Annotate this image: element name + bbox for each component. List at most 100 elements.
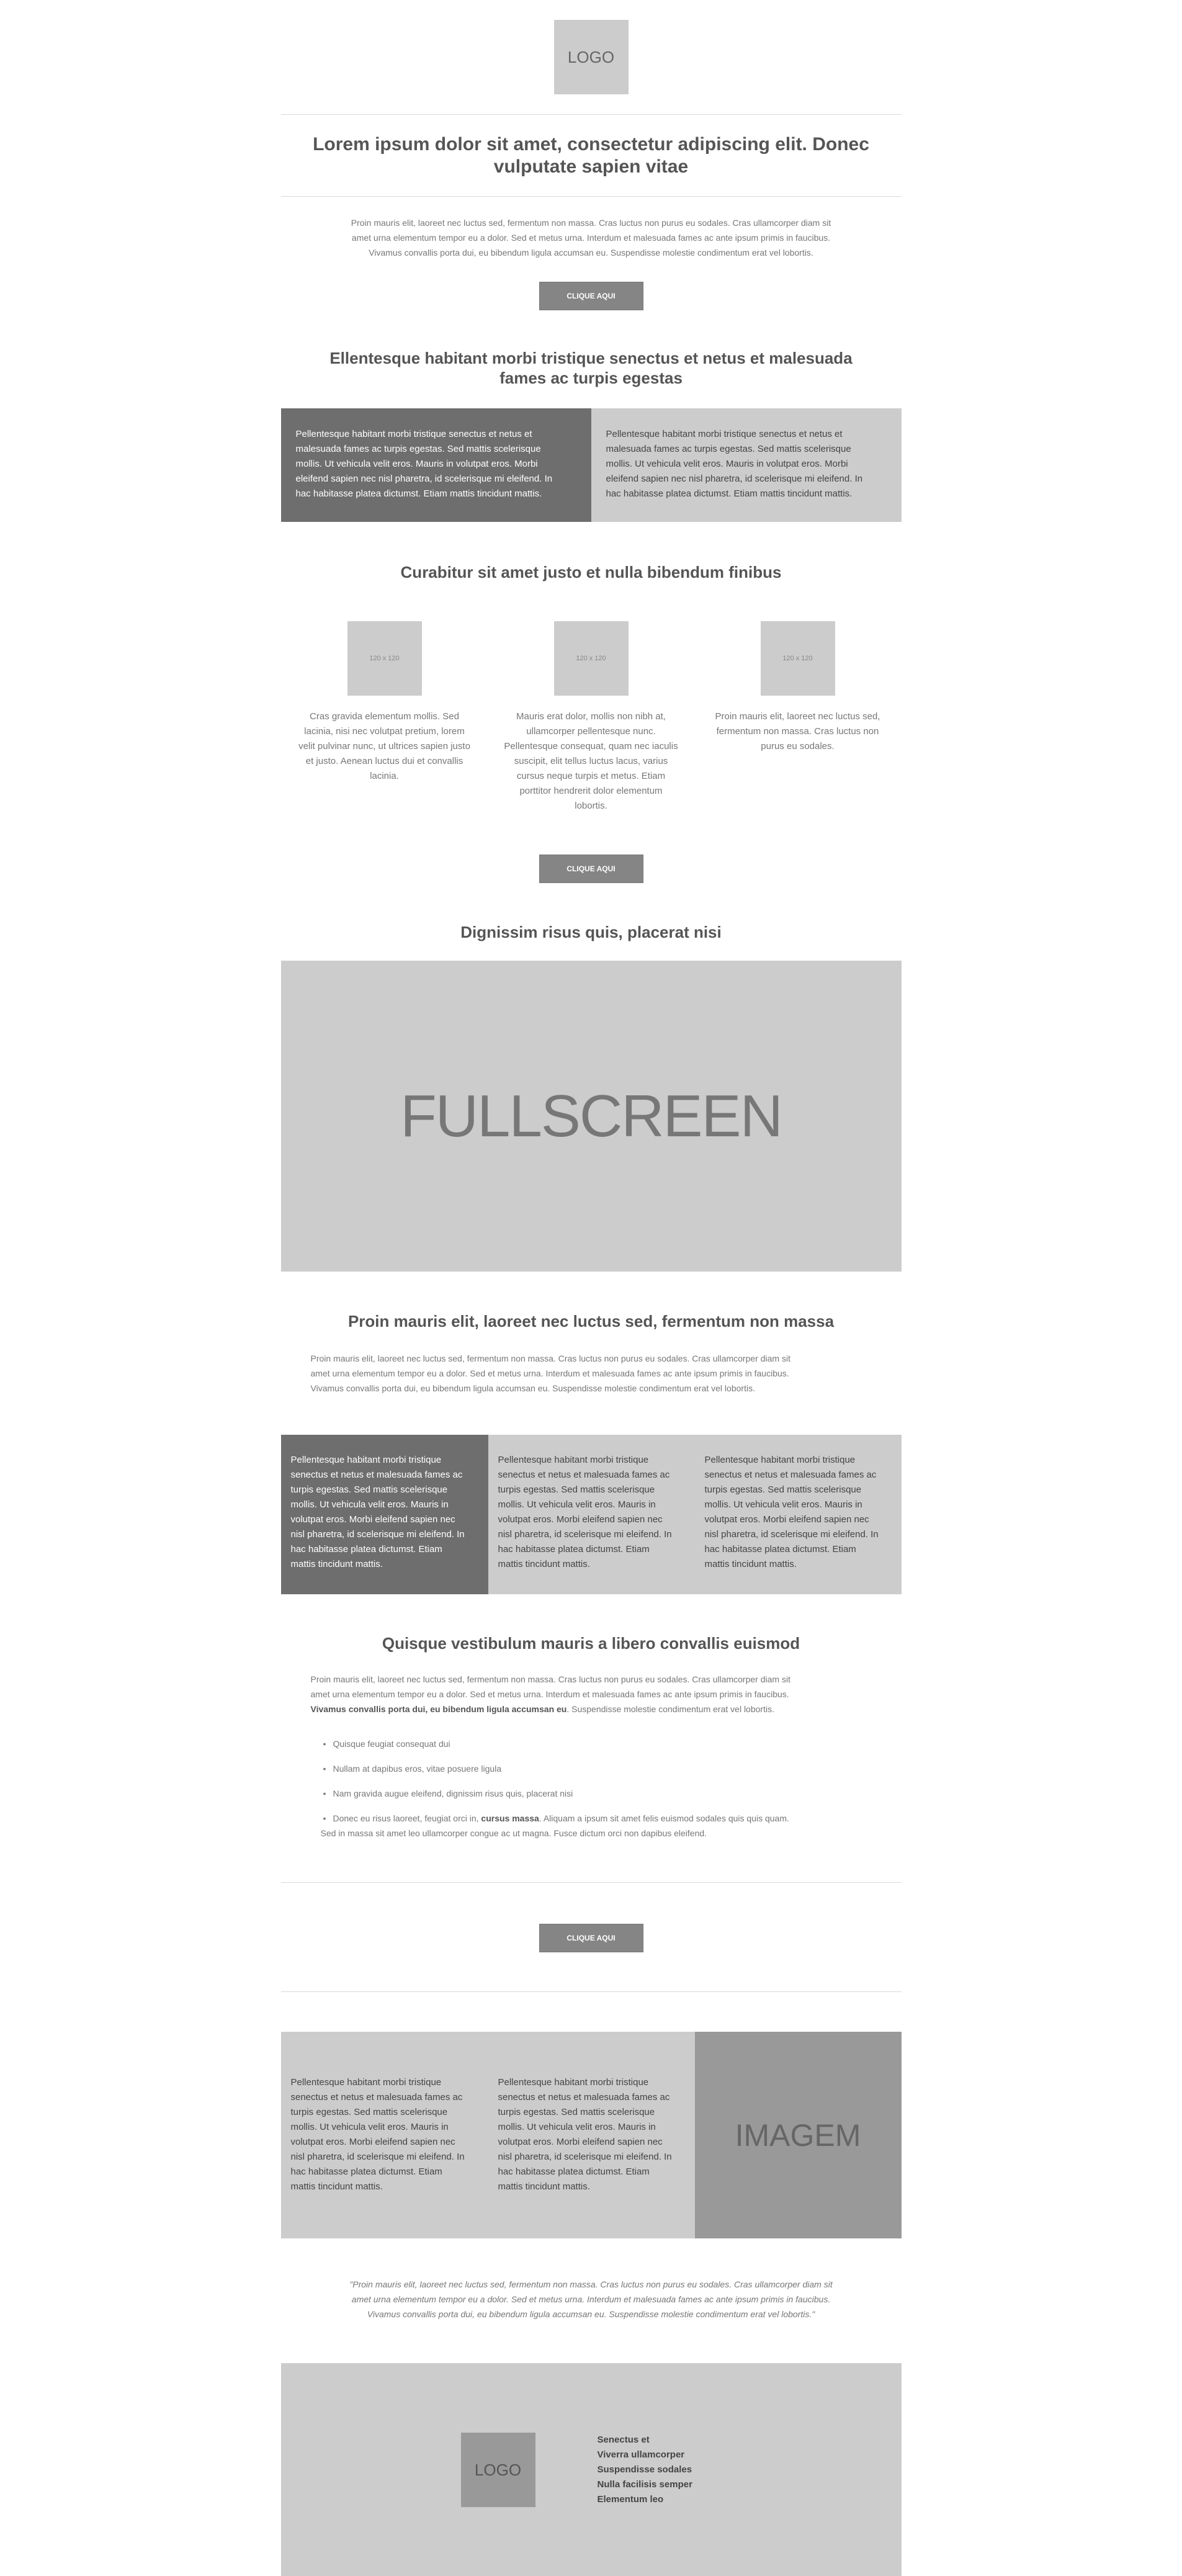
panel-line: nisl pharetra, id scelerisque mi eleifen… bbox=[498, 1529, 672, 1540]
section-text-line: Proin mauris elit, laoreet nec luctus se… bbox=[310, 1674, 790, 1684]
panel-line: volutpat eros. Morbi eleifend sapien nec bbox=[290, 2137, 455, 2147]
column-text: Cras gravida elementum mollis. Sed lacin… bbox=[292, 709, 478, 784]
column-line: velit pulvinar nunc, ut ultrices sapien … bbox=[298, 741, 470, 752]
section-text-line: amet urna elementum tempor eu a dolor. S… bbox=[310, 1689, 789, 1699]
panel-line: malesuada fames ac turpis egestas. Sed m… bbox=[606, 444, 851, 454]
image-placeholder-label: IMAGEM bbox=[735, 2117, 861, 2153]
column-line: Cras gravida elementum mollis. Sed bbox=[310, 711, 459, 722]
section-title-line: Ellentesque habitant morbi tristique sen… bbox=[329, 349, 853, 367]
panel-line: turpis egestas. Sed mattis scelerisque bbox=[498, 1484, 655, 1495]
section-text-line: Vivamus convallis porta dui, eu bibendum… bbox=[310, 1383, 755, 1393]
column-line: ullamcorper pellentesque nunc. bbox=[526, 726, 656, 737]
bullet: • bbox=[323, 1764, 326, 1774]
thumbnail-label: 120 x 120 bbox=[782, 655, 813, 662]
footer-link[interactable]: Viverra ullamcorper bbox=[598, 2448, 784, 2462]
list-item-text: Quisque feugiat consequat dui bbox=[333, 1739, 450, 1749]
panel-line: senectus et netus et malesuada fames ac bbox=[498, 1470, 670, 1480]
bold-text: cursus massa bbox=[481, 1813, 539, 1823]
panel-line: Pellentesque habitant morbi tristique se… bbox=[295, 429, 532, 439]
panel-line: mattis tincidunt mattis. bbox=[290, 2181, 383, 2192]
hero-text-line: amet urna elementum tempor eu a dolor. S… bbox=[351, 233, 831, 243]
list-item: • Nullam at dapibus eros, vitae posuere l… bbox=[321, 1761, 879, 1776]
panel-line: volutpat eros. Morbi eleifend sapien nec bbox=[498, 1514, 663, 1525]
info-panel-dark: Pellentesque habitant morbi tristique se… bbox=[280, 1435, 488, 1594]
column-line: porttitor hendrerit dolor elementum bbox=[519, 786, 663, 796]
footer-link[interactable]: Nulla facilisis semper bbox=[598, 2477, 784, 2492]
column-line: Mauris erat dolor, mollis non nibh at, bbox=[516, 711, 666, 722]
column-line: lacinia. bbox=[370, 771, 399, 781]
thumbnail-label: 120 x 120 bbox=[369, 655, 400, 662]
column-line: purus eu sodales. bbox=[761, 741, 835, 752]
footer-link[interactable]: Senectus et bbox=[598, 2433, 784, 2448]
column-line: lobortis. bbox=[575, 801, 607, 811]
list-item-text: Nam gravida augue eleifend, dignissim ri… bbox=[333, 1788, 573, 1798]
panel-line: turpis egestas. Sed mattis scelerisque bbox=[290, 2107, 448, 2117]
header-logo-text: LOGO bbox=[567, 47, 615, 66]
text-span: . Suspendisse molestie condimentum erat … bbox=[566, 1704, 774, 1714]
hero-text: Proin mauris elit, laoreet nec luctus se… bbox=[306, 215, 877, 260]
cta-button[interactable]: CLIQUE AQUI bbox=[539, 855, 643, 883]
image-placeholder: IMAGEM bbox=[694, 2032, 902, 2238]
thumbnail-image: 120 x 120 bbox=[760, 621, 835, 696]
panel-line: turpis egestas. Sed mattis scelerisque bbox=[290, 1484, 448, 1495]
column-text: Proin mauris elit, laoreet nec luctus se… bbox=[705, 709, 891, 754]
list-item-text: . Aliquam a ipsum sit amet felis euismod… bbox=[539, 1813, 789, 1823]
footer-links: Senectus et Viverra ullamcorper Suspendi… bbox=[598, 2433, 784, 2507]
info-panel-light: Pellentesque habitant morbi tristique se… bbox=[591, 408, 902, 522]
bullet: • bbox=[323, 1788, 326, 1798]
panel-line: mattis tincidunt mattis. bbox=[498, 2181, 590, 2192]
column-line: cursus neque turpis et metus. Etiam bbox=[516, 771, 666, 781]
section-title: Curabitur sit amet justo et nulla bibend… bbox=[400, 563, 782, 581]
column-line: lacinia, nisi nec volutpat pretium, lore… bbox=[304, 726, 465, 737]
section-text-line: Vivamus convallis porta dui, eu bibendum… bbox=[311, 1702, 872, 1717]
panel-line: hac habitasse platea dictumst. Etiam bbox=[704, 1544, 856, 1555]
section-text-line: Proin mauris elit, laoreet nec luctus se… bbox=[310, 1353, 790, 1363]
panel-line: mollis. Ut vehicula velit eros. Mauris i… bbox=[498, 2122, 656, 2132]
panel-line: hac habitasse platea dictumst. Etiam bbox=[290, 1544, 442, 1555]
column-line: Proin mauris elit, laoreet nec luctus se… bbox=[715, 711, 880, 722]
list-item-text: Sed in massa sit amet leo ullamcorper co… bbox=[320, 1828, 707, 1838]
panel-line: hac habitasse platea dictumst. Etiam bbox=[498, 2166, 650, 2177]
panel-line: Pellentesque habitant morbi tristique bbox=[498, 1455, 649, 1465]
panel-line: malesuada fames ac turpis egestas. Sed m… bbox=[295, 444, 541, 454]
panel-line: mollis. Ut vehicula velit eros. Mauris i… bbox=[606, 459, 848, 469]
panel-line: hac habitasse platea dictumst. Etiam mat… bbox=[606, 488, 853, 499]
footer-link[interactable]: Elementum leo bbox=[598, 2492, 784, 2507]
column-text: Mauris erat dolor, mollis non nibh at, u… bbox=[498, 709, 684, 814]
hero-text-line: Vivamus convallis porta dui, eu bibendum… bbox=[369, 248, 813, 258]
list-item: • Quisque feugiat consequat dui bbox=[321, 1736, 879, 1751]
info-panel-light: Pellentesque habitant morbi tristique se… bbox=[488, 2032, 695, 2238]
header-logo[interactable]: LOGO bbox=[553, 20, 629, 94]
panel-line: Pellentesque habitant morbi tristique bbox=[290, 1455, 442, 1465]
footer: LOGO Senectus et Viverra ullamcorper Sus… bbox=[280, 2363, 902, 2576]
cta-button[interactable]: CLIQUE AQUI bbox=[539, 282, 643, 310]
footer-logo[interactable]: LOGO bbox=[460, 2433, 535, 2507]
info-panel-light: Pellentesque habitant morbi tristique se… bbox=[488, 1435, 695, 1594]
column-line: fermentum non massa. Cras luctus non bbox=[716, 726, 879, 737]
list-item: • Donec eu risus laoreet, feugiat orci in… bbox=[321, 1811, 879, 1841]
hero-title: Lorem ipsum dolor sit amet, consectetur … bbox=[313, 134, 869, 177]
panel-line: nisl pharetra, id scelerisque mi eleifen… bbox=[498, 2152, 672, 2162]
section-title: Dignissim risus quis, placerat nisi bbox=[460, 923, 722, 941]
panel-line: mollis. Ut vehicula velit eros. Mauris i… bbox=[704, 1499, 862, 1510]
panel-line: mollis. Ut vehicula velit eros. Mauris i… bbox=[498, 1499, 656, 1510]
quote-line: amet urna elementum tempor eu a dolor. S… bbox=[351, 2294, 831, 2304]
column-line: suscipit, elit tellus luctus lacus, vari… bbox=[514, 756, 668, 766]
list-item-text: Nullam at dapibus eros, vitae posuere li… bbox=[333, 1764, 502, 1774]
panel-line: hac habitasse platea dictumst. Etiam bbox=[290, 2166, 442, 2177]
footer-link[interactable]: Suspendisse sodales bbox=[598, 2462, 784, 2477]
panel-line: nisl pharetra, id scelerisque mi eleifen… bbox=[704, 1529, 879, 1540]
info-panel-light: Pellentesque habitant morbi tristique se… bbox=[280, 2032, 488, 2238]
bold-text: Vivamus convallis porta dui, eu bibendum… bbox=[310, 1704, 567, 1714]
panel-line: turpis egestas. Sed mattis scelerisque bbox=[498, 2107, 655, 2117]
cta-button[interactable]: CLIQUE AQUI bbox=[539, 1924, 643, 1952]
list-item: • Nam gravida augue eleifend, dignissim r… bbox=[321, 1786, 879, 1801]
thumbnail-image: 120 x 120 bbox=[553, 621, 629, 696]
panel-line: senectus et netus et malesuada fames ac bbox=[498, 2092, 670, 2103]
list-item-text: Donec eu risus laoreet, feugiat orci in, bbox=[333, 1813, 481, 1823]
bullet-list: • Quisque feugiat consequat dui • Nullam a… bbox=[321, 1736, 879, 1851]
panel-line: turpis egestas. Sed mattis scelerisque bbox=[704, 1484, 862, 1495]
divider bbox=[280, 196, 902, 197]
panel-line: volutpat eros. Morbi eleifend sapien nec bbox=[498, 2137, 663, 2147]
hero-text-line: Proin mauris elit, laoreet nec luctus se… bbox=[351, 218, 831, 228]
